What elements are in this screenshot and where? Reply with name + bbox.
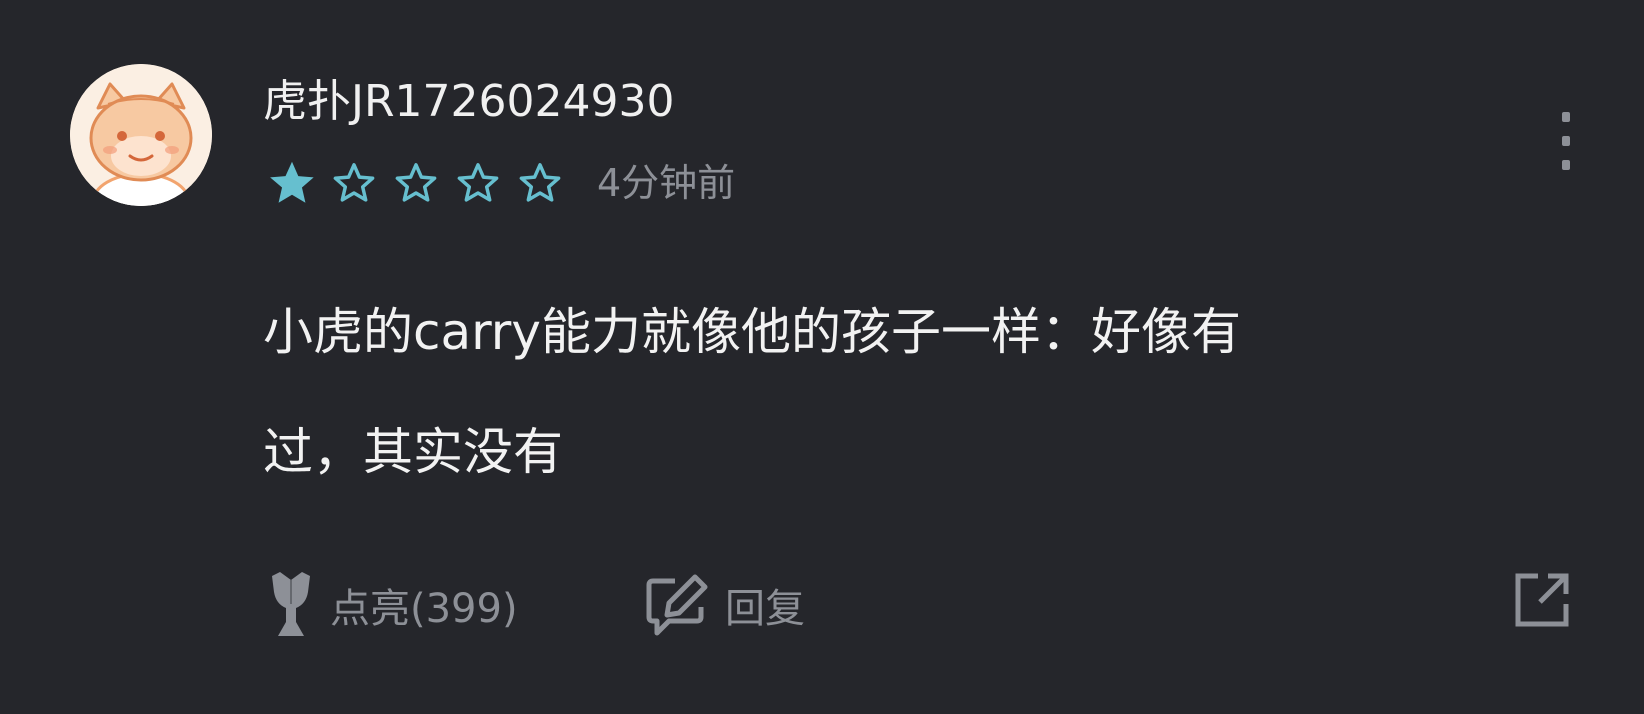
username[interactable]: 虎扑JR1726024930 xyxy=(263,72,675,132)
star-outline-icon xyxy=(333,163,375,202)
like-button[interactable]: 点亮(399) xyxy=(268,560,518,650)
star-filled-icon xyxy=(270,161,314,203)
star-rating xyxy=(266,155,576,211)
edit-reply-icon xyxy=(646,574,708,636)
comment-actions: 点亮(399) 回复 xyxy=(0,560,1644,650)
comment-line: 过，其实没有 xyxy=(263,423,563,481)
more-vertical-icon-dot xyxy=(1562,136,1570,146)
comment-card: 虎扑JR1726024930 4分钟前 小虎的carry能力就像他的孩子一样：好… xyxy=(0,0,1644,714)
share-button[interactable] xyxy=(1512,570,1572,630)
more-vertical-icon-dot xyxy=(1562,160,1570,170)
star-outline-icon xyxy=(519,163,561,202)
comment-content: 小虎的carry能力就像他的孩子一样：好像有 过，其实没有 xyxy=(263,272,1563,512)
timestamp: 4分钟前 xyxy=(597,161,736,205)
star-outline-icon xyxy=(395,163,437,202)
star-outline-icon xyxy=(457,163,499,202)
reply-button[interactable]: 回复 xyxy=(645,560,805,650)
trophy-icon xyxy=(272,572,310,636)
avatar[interactable] xyxy=(70,64,212,206)
cartoon-animal-avatar-icon xyxy=(70,64,212,206)
reply-label: 回复 xyxy=(725,586,805,632)
more-vertical-icon xyxy=(1562,112,1570,122)
share-icon xyxy=(1515,573,1569,627)
comment-line: 小虎的carry能力就像他的孩子一样：好像有 xyxy=(263,303,1241,361)
like-count-label: 点亮(399) xyxy=(330,586,518,632)
more-options-button[interactable] xyxy=(1546,106,1586,176)
